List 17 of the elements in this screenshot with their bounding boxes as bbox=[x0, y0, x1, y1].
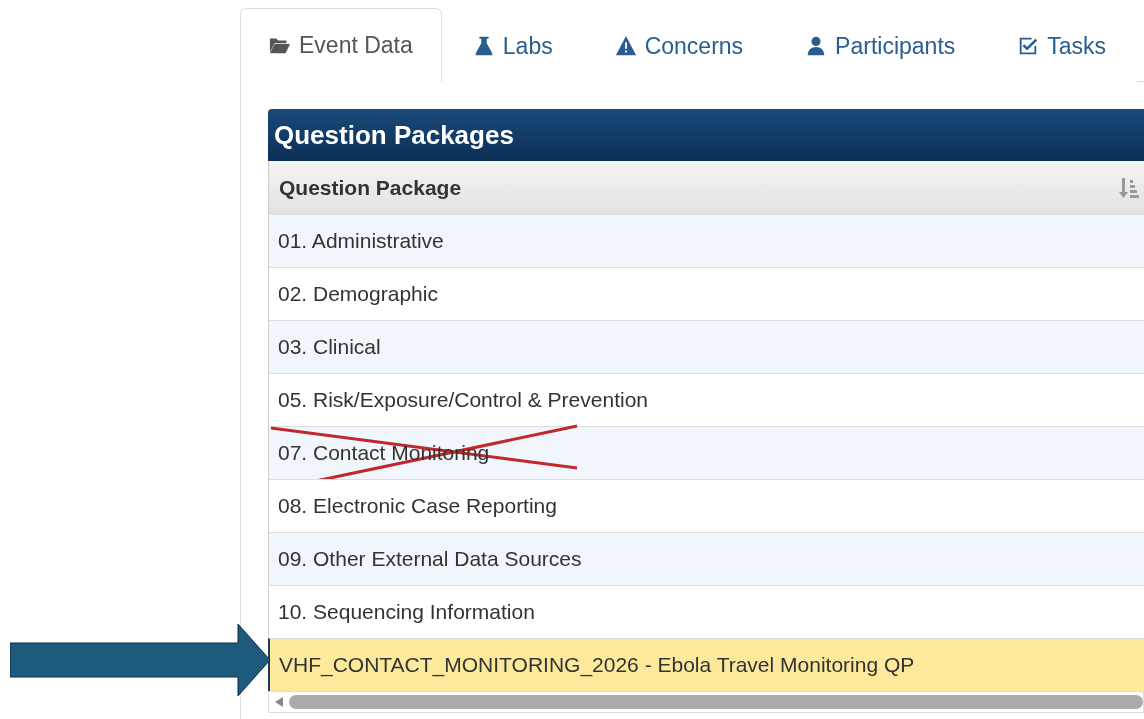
table-row[interactable]: VHF_CONTACT_MONITORING_2026 - Ebola Travel Monitoring QP bbox=[268, 638, 1144, 691]
table-row[interactable]: 01. Administrative bbox=[268, 214, 1144, 267]
panel-title: Question Packages bbox=[268, 109, 1144, 161]
column-title: Question Package bbox=[279, 175, 462, 200]
table-row[interactable]: 02. Demographic bbox=[268, 267, 1144, 320]
table-row[interactable]: 03. Clinical bbox=[268, 320, 1144, 373]
table-row[interactable]: 10. Sequencing Information bbox=[268, 585, 1144, 638]
tab[interactable]: Event Data bbox=[240, 8, 442, 82]
horizontal-scrollbar[interactable] bbox=[268, 691, 1144, 713]
checkbox-icon bbox=[1017, 35, 1040, 57]
warning-icon bbox=[614, 35, 637, 57]
column-header[interactable]: Question Package bbox=[268, 161, 1144, 214]
table-row[interactable]: 09. Other External Data Sources bbox=[268, 532, 1144, 585]
table-row[interactable]: 08. Electronic Case Reporting bbox=[268, 479, 1144, 532]
table-row[interactable]: 05. Risk/Exposure/Control & Prevention bbox=[268, 373, 1144, 426]
arrow-icon bbox=[10, 624, 272, 696]
scroll-left-icon[interactable] bbox=[275, 697, 283, 707]
